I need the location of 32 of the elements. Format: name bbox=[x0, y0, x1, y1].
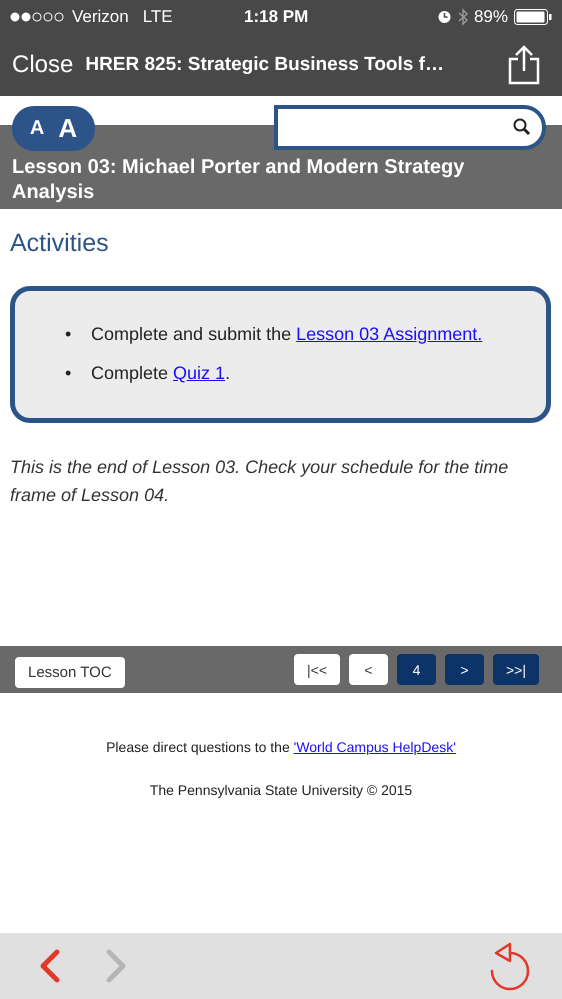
alarm-icon bbox=[436, 9, 452, 24]
clock: 1:18 PM bbox=[244, 6, 308, 26]
search-field[interactable] bbox=[274, 104, 546, 150]
lesson-toc-button[interactable]: Lesson TOC bbox=[15, 657, 125, 688]
share-icon[interactable] bbox=[508, 44, 540, 84]
font-size-toggle[interactable]: A A bbox=[12, 106, 95, 151]
helpdesk-link[interactable]: 'World Campus HelpDesk' bbox=[294, 739, 456, 755]
font-size-button[interactable]: A bbox=[30, 117, 44, 140]
bullet: • bbox=[65, 362, 72, 385]
page-button[interactable]: >>| bbox=[493, 654, 539, 685]
close-button[interactable]: Close bbox=[12, 50, 74, 78]
page-button[interactable]: > bbox=[445, 654, 484, 685]
window-title: HRER 825: Strategic Business Tools f… bbox=[85, 54, 445, 76]
network-type: LTE bbox=[142, 6, 173, 26]
search-icon bbox=[512, 117, 532, 137]
activity-link[interactable]: Quiz 1 bbox=[173, 363, 226, 383]
closing-note: This is the end of Lesson 03. Check your schedule for the time frame of Lesson 04. bbox=[10, 456, 510, 507]
page-button[interactable]: 4 bbox=[397, 654, 436, 685]
bullet: • bbox=[65, 323, 72, 346]
font-size-button[interactable]: A bbox=[58, 113, 78, 144]
lesson-title: Lesson 03: Michael Porter and Modern Strategy Analysis bbox=[12, 155, 466, 205]
help-text: Please direct questions to the 'World Campus HelpDesk' bbox=[105, 739, 457, 755]
signal-icon bbox=[10, 12, 66, 22]
carrier: Verizon bbox=[72, 6, 129, 26]
activity-item: Complete Quiz 1. bbox=[91, 362, 230, 385]
copyright: The Pennsylvania State University © 2015 bbox=[148, 782, 414, 798]
activity-link[interactable]: Lesson 03 Assignment. bbox=[296, 324, 482, 344]
section-heading: Activities bbox=[10, 229, 110, 258]
battery-level: 89% bbox=[474, 6, 508, 26]
activity-item: Complete and submit the Lesson 03 Assignment. bbox=[91, 323, 482, 346]
bluetooth-icon bbox=[458, 8, 468, 26]
battery-icon bbox=[514, 8, 552, 24]
